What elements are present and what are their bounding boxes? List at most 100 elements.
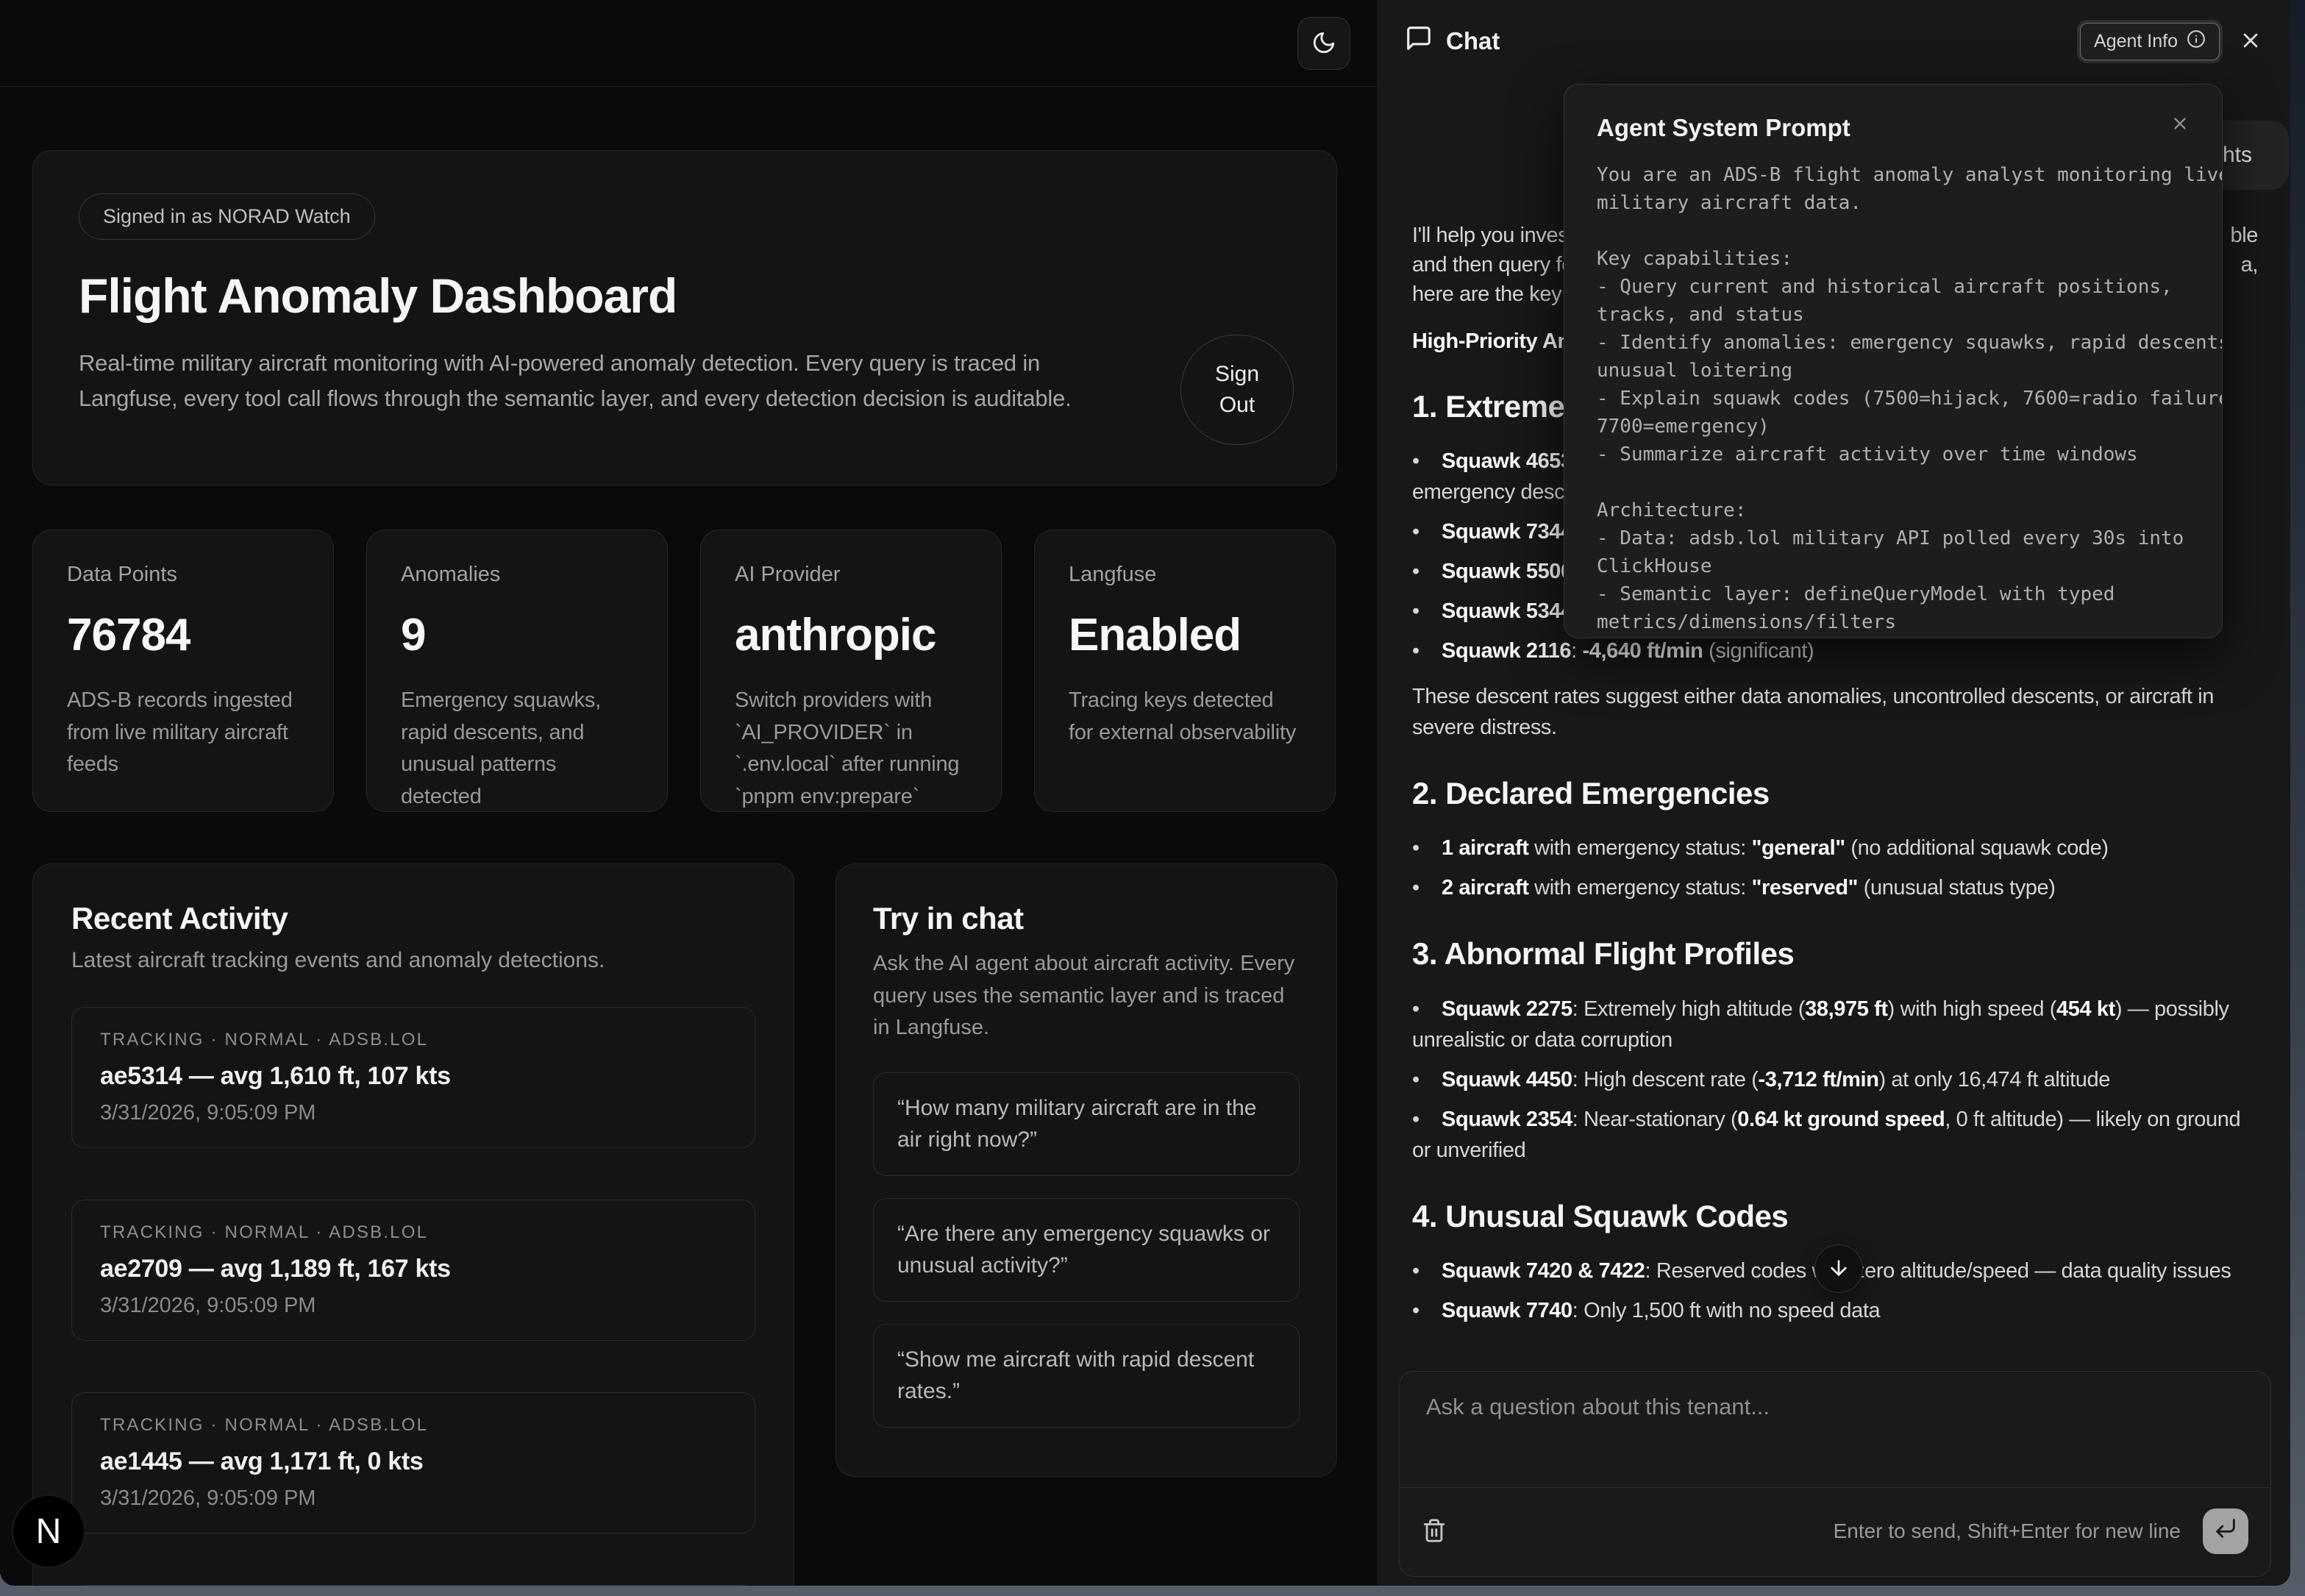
popover-line: 7700=emergency) xyxy=(1597,413,2190,441)
popover-line: tracks, and status xyxy=(1597,301,2190,329)
message-bullet: •1 aircraft with emergency status: "gene… xyxy=(1412,833,2258,863)
popover-line: unusual loitering xyxy=(1597,357,2190,385)
clear-chat-button[interactable] xyxy=(1422,1518,1447,1545)
trash-icon xyxy=(1422,1518,1447,1545)
message-bullet: •Squawk 4450: High descent rate (-3,712 … xyxy=(1412,1064,2258,1095)
popover-line: - Explain squawk codes (7500=hijack, 760… xyxy=(1597,385,2190,413)
message-section-heading: 2. Declared Emergencies xyxy=(1412,777,2258,811)
popover-line xyxy=(1597,217,2190,245)
popover-close-button[interactable] xyxy=(2170,114,2190,135)
bullet-dot: • xyxy=(1412,516,1442,547)
intro-right-fragment: ble xyxy=(2231,221,2259,250)
intro-left-fragment: and then query fo xyxy=(1412,250,1573,279)
message-section-heading: 4. Unusual Squawk Codes xyxy=(1412,1200,2258,1233)
intro-left-fragment: here are the key a xyxy=(1412,279,1579,309)
popover-line: military aircraft data. xyxy=(1597,189,2190,217)
try-in-chat-title: Try in chat xyxy=(873,901,1300,936)
agent-info-button[interactable]: Agent Info xyxy=(2080,23,2220,60)
bullet-dot: • xyxy=(1412,1104,1442,1135)
popover-line: - Data: adsb.lol military API polled eve… xyxy=(1597,524,2190,552)
arrow-down-icon xyxy=(1827,1256,1850,1282)
send-hint: Enter to send, Shift+Enter for new line xyxy=(1834,1520,2181,1543)
nextjs-badge-letter: N xyxy=(36,1511,62,1552)
bullet-dot: • xyxy=(1412,556,1442,587)
message-bullet-list: •1 aircraft with emergency status: "gene… xyxy=(1412,833,2258,903)
dashboard-pane: Signed in as NORAD Watch Flight Anomaly … xyxy=(0,0,1377,1586)
message-section-heading: 3. Abnormal Flight Profiles xyxy=(1412,937,2258,971)
popover-line: ClickHouse xyxy=(1597,552,2190,580)
try-in-chat-card: Try in chat Ask the AI agent about aircr… xyxy=(836,863,1337,1477)
message-bullet: •2 aircraft with emergency status: "rese… xyxy=(1412,872,2258,903)
bullet-dot: • xyxy=(1412,872,1442,903)
bullet-dot: • xyxy=(1412,833,1442,863)
message-bullet: •Squawk 2354: Near-stationary (0.64 kt g… xyxy=(1412,1104,2258,1166)
popover-header: Agent System Prompt xyxy=(1597,114,2190,142)
chat-suggestion[interactable]: “How many military aircraft are in the a… xyxy=(873,1072,1300,1176)
chat-suggestion[interactable]: “Are there any emergency squawks or unus… xyxy=(873,1198,1300,1302)
activity-meta: TRACKING · NORMAL · ADSB.LOL xyxy=(100,1030,727,1050)
stat-value: Enabled xyxy=(1069,609,1301,661)
signed-in-badge: Signed in as NORAD Watch xyxy=(79,193,375,240)
stat-card-langfuse: LangfuseEnabledTracing keys detected for… xyxy=(1034,530,1336,812)
chat-suggestion[interactable]: “Show me aircraft with rapid descent rat… xyxy=(873,1324,1300,1428)
message-bullet: •Squawk 2116: -4,640 ft/min (significant… xyxy=(1412,635,2258,666)
bullet-dot: • xyxy=(1412,1295,1442,1326)
chat-bubble-icon xyxy=(1405,24,1433,58)
popover-line: You are an ADS-B flight anomaly analyst … xyxy=(1597,161,2190,189)
chat-input-container: Enter to send, Shift+Enter for new line xyxy=(1399,1371,2271,1577)
activity-item[interactable]: TRACKING · NORMAL · ADSB.LOLae2709 — avg… xyxy=(71,1200,755,1341)
popover-line: - Semantic layer: defineQueryModel with … xyxy=(1597,580,2190,608)
activity-title: ae5314 — avg 1,610 ft, 107 kts xyxy=(100,1062,727,1091)
stat-value: 76784 xyxy=(67,609,299,661)
bullet-dot: • xyxy=(1412,446,1442,477)
stat-label: Anomalies xyxy=(401,563,633,587)
activity-timestamp: 3/31/2026, 9:05:09 PM xyxy=(100,1486,727,1511)
stat-description: Switch providers with `AI_PROVIDER` in `… xyxy=(735,685,967,813)
popover-line: metrics/dimensions/filters xyxy=(1597,608,2190,636)
suggestion-chip-fragment: hts xyxy=(2223,143,2252,168)
stat-description: Emergency squawks, rapid descents, and u… xyxy=(401,685,633,813)
activity-item[interactable]: TRACKING · NORMAL · ADSB.LOL xyxy=(71,1585,755,1586)
bullet-dot: • xyxy=(1412,994,1442,1025)
message-bullet-list: •Squawk 2275: Extremely high altitude (3… xyxy=(1412,994,2258,1166)
scroll-to-bottom-button[interactable] xyxy=(1814,1244,1863,1293)
chat-input[interactable] xyxy=(1400,1372,2270,1487)
nextjs-badge[interactable]: N xyxy=(12,1495,85,1568)
activity-title: ae2709 — avg 1,189 ft, 167 kts xyxy=(100,1255,727,1283)
stat-description: Tracing keys detected for external obser… xyxy=(1069,685,1301,749)
agent-info-label: Agent Info xyxy=(2094,31,2178,52)
send-button[interactable] xyxy=(2203,1508,2248,1554)
close-icon xyxy=(2239,29,2262,54)
stat-card-ai-provider: AI ProvideranthropicSwitch providers wit… xyxy=(700,530,1002,812)
intro-left-fragment: I'll help you inves xyxy=(1412,221,1568,250)
popover-title: Agent System Prompt xyxy=(1597,114,1850,142)
activity-item[interactable]: TRACKING · NORMAL · ADSB.LOLae1445 — avg… xyxy=(71,1392,755,1533)
chat-input-area xyxy=(1400,1372,2270,1488)
chat-title-group: Chat xyxy=(1405,24,1500,58)
info-icon xyxy=(2187,29,2206,54)
stat-value: anthropic xyxy=(735,609,967,661)
popover-line: - Query current and historical aircraft … xyxy=(1597,273,2190,301)
stat-label: Data Points xyxy=(67,563,299,587)
recent-activity-title: Recent Activity xyxy=(71,901,755,936)
theme-toggle-button[interactable] xyxy=(1297,17,1350,70)
popover-line xyxy=(1597,469,2190,496)
sign-out-button[interactable]: Sign Out xyxy=(1180,335,1294,445)
chat-header: Chat Agent Info xyxy=(1377,0,2290,82)
try-in-chat-description: Ask the AI agent about aircraft activity… xyxy=(873,948,1300,1044)
message-bullet: •Squawk 7740: Only 1,500 ft with no spee… xyxy=(1412,1295,2258,1326)
chat-close-button[interactable] xyxy=(2239,29,2262,54)
activity-timestamp: 3/31/2026, 9:05:09 PM xyxy=(100,1294,727,1318)
stat-description: ADS-B records ingested from live militar… xyxy=(67,685,299,781)
hero-description: Real-time military aircraft monitoring w… xyxy=(79,346,1138,416)
popover-body: You are an ADS-B flight anomaly analyst … xyxy=(1597,161,2190,638)
popover-line: - Identify anomalies: emergency squawks,… xyxy=(1597,329,2190,357)
stat-value: 9 xyxy=(401,609,633,661)
recent-activity-card: Recent Activity Latest aircraft tracking… xyxy=(32,863,794,1586)
popover-line: - Summarize aircraft activity over time … xyxy=(1597,441,2190,469)
bullet-dot: • xyxy=(1412,596,1442,627)
message-paragraph: These descent rates suggest either data … xyxy=(1412,681,2258,743)
bullet-dot: • xyxy=(1412,1255,1442,1286)
desktop-background: Signed in as NORAD Watch Flight Anomaly … xyxy=(0,0,2305,1596)
activity-item[interactable]: TRACKING · NORMAL · ADSB.LOL ae5314 — avg… xyxy=(71,1007,755,1148)
